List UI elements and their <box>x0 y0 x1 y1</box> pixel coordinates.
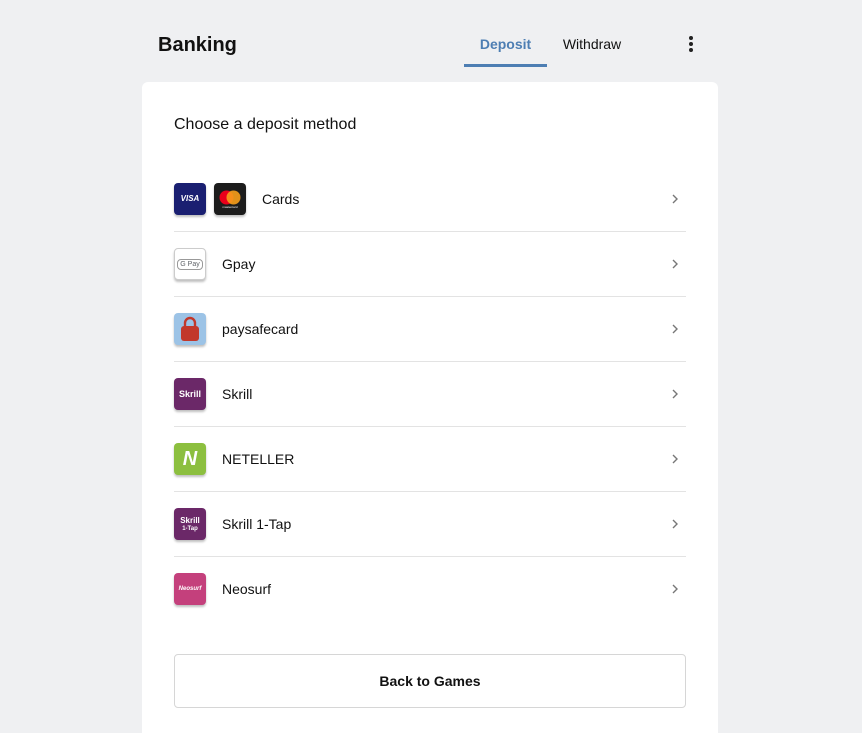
deposit-panel: Choose a deposit method VISA mastercard … <box>142 82 718 733</box>
tab-withdraw[interactable]: Withdraw <box>557 36 627 67</box>
payment-method-label: Cards <box>262 191 300 207</box>
back-to-games-button[interactable]: Back to Games <box>174 654 686 708</box>
payment-method-label: NETELLER <box>222 451 295 467</box>
paysafecard-logo-icon <box>174 313 206 345</box>
payment-method-neosurf[interactable]: Neosurf Neosurf <box>174 557 686 621</box>
skrill-1tap-logo-line1: Skrill <box>180 515 200 525</box>
payment-method-paysafecard[interactable]: paysafecard <box>174 297 686 362</box>
mastercard-circles-icon <box>219 190 241 204</box>
page-title: Banking <box>158 34 237 56</box>
payment-method-cards[interactable]: VISA mastercard Cards <box>174 167 686 232</box>
payment-method-label: Gpay <box>222 256 256 272</box>
gpay-logo-text: G Pay <box>177 258 203 270</box>
section-title: Choose a deposit method <box>174 116 357 133</box>
skrill-logo-icon: Skrill <box>174 378 206 410</box>
payment-method-gpay[interactable]: G Pay Gpay <box>174 232 686 297</box>
chevron-right-icon <box>672 584 678 594</box>
neteller-logo-text: N <box>182 448 198 470</box>
payment-method-skrill[interactable]: Skrill Skrill <box>174 362 686 427</box>
chevron-right-icon <box>672 324 678 334</box>
chevron-right-icon <box>672 194 678 204</box>
mastercard-logo-text: mastercard <box>222 204 238 209</box>
chevron-right-icon <box>672 454 678 464</box>
neosurf-logo-text: Neosurf <box>178 586 202 592</box>
gpay-logo-icon: G Pay <box>174 248 206 280</box>
visa-logo-icon: VISA <box>174 183 206 215</box>
payment-method-label: Neosurf <box>222 581 272 597</box>
payment-method-list: VISA mastercard Cards G Pay Gpay paysafe… <box>174 167 686 621</box>
chevron-right-icon <box>672 519 678 529</box>
payment-method-label: Skrill <box>222 386 253 402</box>
neteller-logo-icon: N <box>174 443 206 475</box>
payment-method-skrill-1tap[interactable]: Skrill 1-Tap Skrill 1-Tap <box>174 492 686 557</box>
payment-method-label: paysafecard <box>222 321 299 337</box>
skrill-1tap-logo-line2: 1-Tap <box>182 525 198 532</box>
mastercard-logo-icon: mastercard <box>214 183 246 215</box>
neosurf-logo-icon: Neosurf <box>174 573 206 605</box>
skrill-logo-text: Skrill <box>178 388 201 399</box>
visa-logo-text: VISA <box>180 194 200 203</box>
chevron-right-icon <box>672 389 678 399</box>
padlock-icon <box>181 316 199 341</box>
payment-method-neteller[interactable]: N NETELLER <box>174 427 686 492</box>
more-options-icon[interactable] <box>684 36 698 54</box>
tab-deposit[interactable]: Deposit <box>464 36 547 67</box>
skrill-1tap-logo-icon: Skrill 1-Tap <box>174 508 206 540</box>
payment-method-label: Skrill 1-Tap <box>222 516 292 532</box>
chevron-right-icon <box>672 259 678 269</box>
header: Banking Deposit Withdraw <box>142 0 718 68</box>
